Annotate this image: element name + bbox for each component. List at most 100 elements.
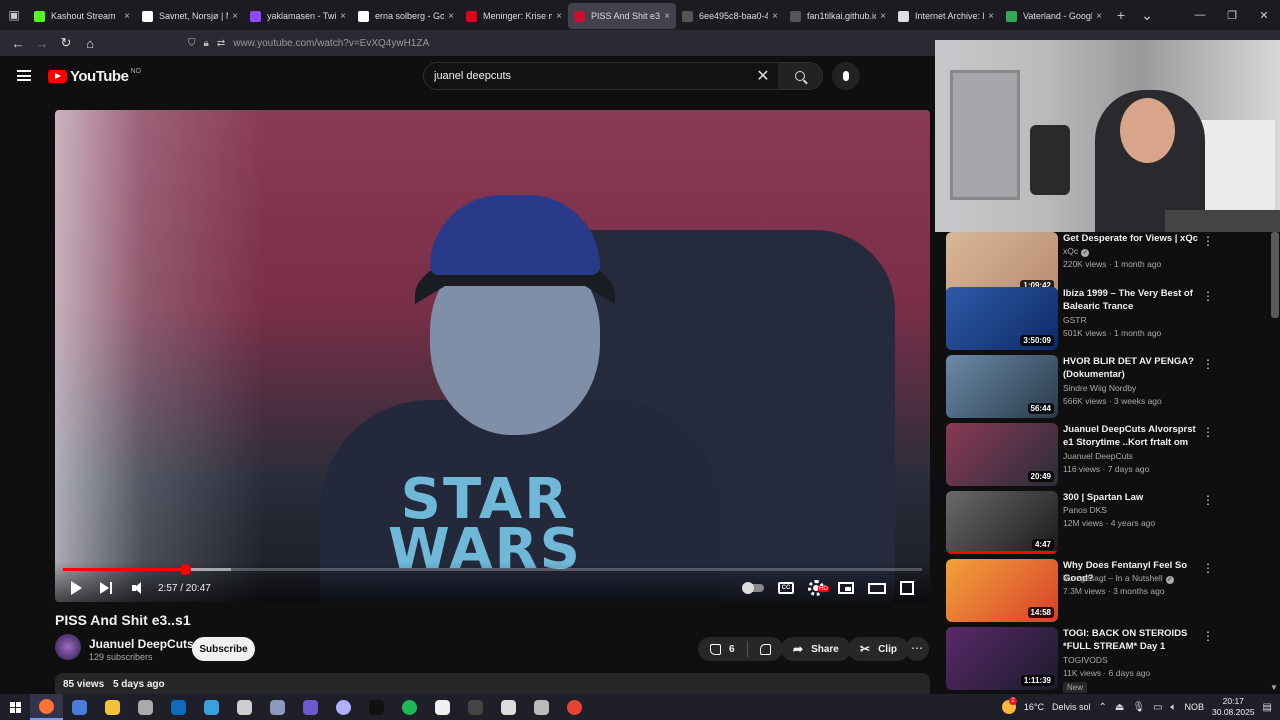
browser-tab[interactable]: Kashout Stream × <box>28 3 136 29</box>
taskbar-camera-icon[interactable] <box>261 694 294 720</box>
recommendation-thumbnail[interactable]: 20:49 <box>946 423 1058 486</box>
recommendation-item[interactable]: 56:44 HVOR BLIR DET AV PENGA? (Dokumentar… <box>946 355 1270 419</box>
recommendation-channel[interactable]: xQc ✓ <box>1063 246 1090 257</box>
youtube-logo[interactable]: YouTube NO <box>48 68 141 85</box>
recommendation-channel[interactable]: Sindre Wiig Nordby <box>1063 383 1136 393</box>
recommendation-title[interactable]: Get Desperate for Views | xQc ... <box>1063 232 1203 245</box>
url-text[interactable]: www.youtube.com/watch?v=EvXQ4ywH1ZA <box>233 38 429 49</box>
taskbar-tiktok-icon[interactable] <box>360 694 393 720</box>
channel-avatar[interactable] <box>55 634 81 660</box>
browser-tab[interactable]: Internet Archive: Di × <box>892 3 1000 29</box>
weather-desc[interactable]: Delvis sol <box>1052 702 1091 712</box>
close-tab-icon[interactable]: × <box>340 11 346 22</box>
recommendation-thumbnail[interactable]: 1:09:42 <box>946 232 1058 295</box>
recommendation-more-icon[interactable]: ⋮ <box>1202 234 1214 248</box>
recommendation-thumbnail[interactable]: 3:50:09 <box>946 287 1058 350</box>
new-tab-button[interactable]: + <box>1108 7 1134 23</box>
browser-tab[interactable]: Meninger: Krise me × <box>460 3 568 29</box>
back-icon[interactable]: ← <box>6 36 30 51</box>
browser-tab[interactable]: Vaterland - Google × <box>1000 3 1108 29</box>
taskbar-app-light-icon[interactable] <box>492 694 525 720</box>
weather-temp[interactable]: 16°C <box>1024 702 1044 712</box>
minimize-icon[interactable]: — <box>1184 9 1216 22</box>
close-tab-icon[interactable]: × <box>448 11 454 22</box>
browser-tab[interactable]: PISS And Shit e3.. × <box>568 3 676 29</box>
tab-list-button[interactable]: ⌄ <box>1134 7 1160 24</box>
home-icon[interactable]: ⌂ <box>78 36 102 51</box>
taskbar-app-circle-icon[interactable] <box>327 694 360 720</box>
shield-icon[interactable]: ⛉ <box>188 38 196 49</box>
miniplayer-icon[interactable] <box>838 582 854 594</box>
recommendation-title[interactable]: Juanuel DeepCuts Alvorsprst e1 Storytime… <box>1063 423 1201 449</box>
taskbar-app-light-2-icon[interactable] <box>525 694 558 720</box>
taskbar-itunes-icon[interactable] <box>426 694 459 720</box>
microphone-tray-icon[interactable]: 🎙︎ <box>1132 702 1145 713</box>
recommendation-item[interactable]: 20:49 Juanuel DeepCuts Alvorsprst e1 Stor… <box>946 423 1270 487</box>
recommendation-channel[interactable]: GSTR <box>1063 315 1087 325</box>
reload-icon[interactable]: ↻ <box>54 35 78 51</box>
settings-button[interactable]: HD <box>808 580 829 596</box>
recommendation-channel[interactable]: Kurzgesagt – In a Nutshell ✓ <box>1063 573 1174 584</box>
lock-icon[interactable]: 🔒︎ <box>204 38 209 49</box>
taskbar-spotify-icon[interactable] <box>393 694 426 720</box>
scroll-down-icon[interactable]: ▼ <box>1270 683 1278 692</box>
taskbar-app-purple-icon[interactable] <box>294 694 327 720</box>
recommendation-item[interactable]: 3:50:09 Ibiza 1999 – The Very Best of Bal… <box>946 287 1270 351</box>
recommendation-item[interactable]: 14:58 Why Does Fentanyl Feel So Good? Kurz… <box>946 559 1270 623</box>
search-button[interactable] <box>778 63 822 89</box>
taskbar-monitor-icon[interactable] <box>195 694 228 720</box>
close-tab-icon[interactable]: × <box>1096 11 1102 22</box>
recommendation-item[interactable]: 1:11:39 TOGI: BACK ON STEROIDS *FULL STRE… <box>946 627 1270 693</box>
scroll-thumb[interactable] <box>1271 232 1279 318</box>
taskbar-chrome-icon[interactable] <box>558 694 591 720</box>
network-icon[interactable]: ▭ <box>1153 702 1162 713</box>
like-count[interactable]: 6 <box>729 644 735 655</box>
autoplay-toggle[interactable] <box>742 582 764 594</box>
recommendation-thumbnail[interactable]: 1:11:39 <box>946 627 1058 690</box>
address-bar[interactable]: ⛉ 🔒︎ ⇄ www.youtube.com/watch?v=EvXQ4ywH1… <box>188 38 429 49</box>
subtitles-icon[interactable]: CC <box>778 582 794 594</box>
close-window-icon[interactable]: ✕ <box>1248 9 1280 22</box>
share-button[interactable]: ➦ Share <box>781 637 851 661</box>
browser-tab[interactable]: 6ee495c8-baa0-4846-b× <box>676 3 784 29</box>
description-box[interactable]: 85 views 5 days ago <box>55 673 930 695</box>
recommendation-channel[interactable]: TOGIVODS <box>1063 655 1108 665</box>
usb-icon[interactable]: ⏏ <box>1115 702 1124 713</box>
voice-search-button[interactable] <box>832 62 860 90</box>
browser-tab[interactable]: fan1tilkai.github.io/sou × <box>784 3 892 29</box>
recommendation-more-icon[interactable]: ⋮ <box>1202 289 1214 303</box>
recommendation-title[interactable]: Ibiza 1999 – The Very Best of Balearic T… <box>1063 287 1201 313</box>
recommendation-more-icon[interactable]: ⋮ <box>1202 357 1214 371</box>
more-actions-button[interactable]: ⋯ <box>905 637 929 661</box>
chevron-up-icon[interactable]: ⌃ <box>1098 702 1106 713</box>
subscribe-button[interactable]: Subscribe <box>192 637 255 661</box>
language-indicator[interactable]: NOB <box>1184 702 1204 712</box>
forward-icon[interactable]: → <box>30 36 54 51</box>
recommendation-title[interactable]: HVOR BLIR DET AV PENGA? (Dokumentar) <box>1063 355 1201 381</box>
recommendation-title[interactable]: 300 | Spartan Law <box>1063 491 1201 504</box>
next-icon[interactable] <box>100 581 114 595</box>
theater-mode-icon[interactable] <box>868 582 886 594</box>
weather-icon[interactable]: 2 <box>1001 697 1017 714</box>
scrubber-handle[interactable] <box>179 564 191 575</box>
recommendation-channel[interactable]: Juanuel DeepCuts <box>1063 451 1133 461</box>
close-tab-icon[interactable]: × <box>664 11 670 22</box>
taskbar-app-dark-icon[interactable] <box>459 694 492 720</box>
close-tab-icon[interactable]: × <box>124 11 130 22</box>
notifications-icon[interactable]: ▤ <box>1263 702 1272 713</box>
close-tab-icon[interactable]: × <box>772 11 778 22</box>
restore-icon[interactable]: ❐ <box>1216 9 1248 22</box>
dislike-icon[interactable] <box>759 643 771 655</box>
recommendation-more-icon[interactable]: ⋮ <box>1202 629 1214 643</box>
menu-icon[interactable] <box>17 70 31 81</box>
browser-tab[interactable]: yaklamasen - Twitch× <box>244 3 352 29</box>
fullscreen-icon[interactable] <box>900 581 914 595</box>
taskbar-app-grey-icon[interactable] <box>129 694 162 720</box>
tab-overview-icon[interactable]: ▣ <box>0 0 28 30</box>
recommendation-more-icon[interactable]: ⋮ <box>1202 561 1214 575</box>
recommendation-thumbnail[interactable]: 14:58 <box>946 559 1058 622</box>
permissions-icon[interactable]: ⇄ <box>217 38 225 49</box>
recommendations-scrollbar[interactable]: ▼ <box>1270 232 1280 692</box>
start-button[interactable] <box>0 701 30 713</box>
taskbar-app-4-icon[interactable] <box>228 694 261 720</box>
